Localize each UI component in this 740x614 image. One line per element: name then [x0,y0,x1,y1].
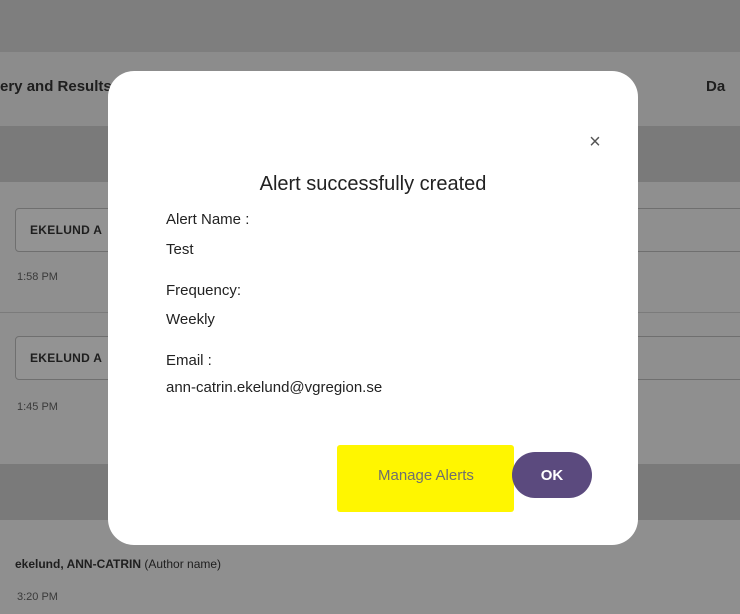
author-chip-label: EKELUND A [30,223,103,237]
dialog-title: Alert successfully created [259,173,487,195]
email-label: Email : [166,352,212,369]
ok-button[interactable]: OK [512,452,592,498]
header-col-query-results: ery and Results [0,78,112,95]
alert-name-label: Alert Name : [166,211,250,228]
manage-alerts-link[interactable]: Manage Alerts [378,467,474,484]
author-name: ekelund, ANN-CATRIN [15,557,141,571]
alert-name-value: Test [166,241,194,258]
alert-created-dialog: × Alert successfully created Alert Name … [108,71,638,545]
email-value: ann-catrin.ekelund@vgregion.se [166,379,383,396]
header-col-date: Da [706,78,726,95]
close-icon[interactable]: × [584,131,606,153]
frequency-label: Frequency: [166,282,242,299]
row-time: 1:45 PM [17,401,58,413]
author-line: ekelund, ANN-CATRIN (Author name) [15,557,221,571]
row-time: 3:20 PM [17,591,58,603]
author-chip-label: EKELUND A [30,351,103,365]
top-bar [0,0,740,52]
author-suffix: (Author name) [141,557,222,571]
frequency-value: Weekly [166,311,215,328]
row-time: 1:58 PM [17,271,58,283]
